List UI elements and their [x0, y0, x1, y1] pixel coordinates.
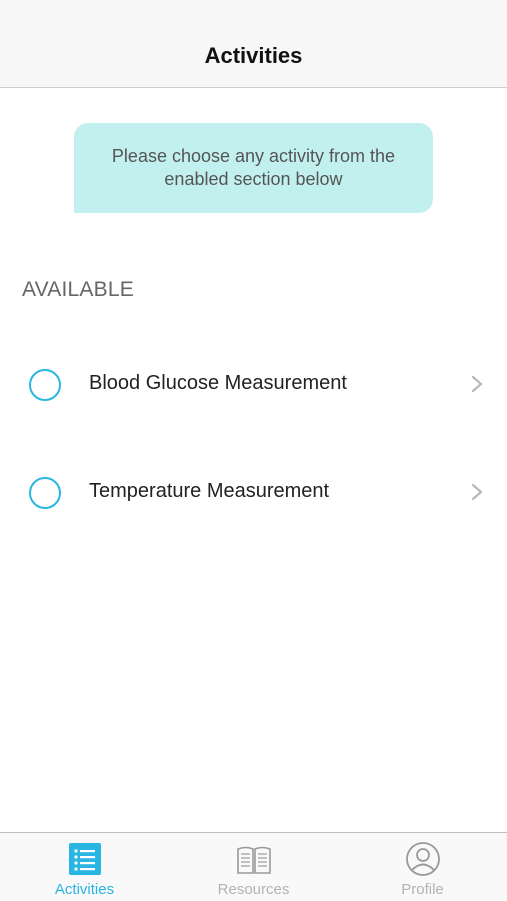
activity-row-blood-glucose[interactable]: Blood Glucose Measurement [0, 344, 507, 424]
tab-resources[interactable]: Resources [169, 833, 338, 901]
tab-bar: Activities Resources Profile [0, 832, 507, 900]
chevron-right-icon [471, 375, 483, 393]
activity-label: Temperature Measurement [89, 480, 330, 502]
info-banner-text: Please choose any activity from the enab… [111, 146, 396, 189]
activity-label: Blood Glucose Measurement [89, 372, 347, 394]
page-title: Activities [204, 43, 303, 68]
tab-profile[interactable]: Profile [338, 833, 507, 901]
navigation-bar: Activities [0, 0, 507, 88]
tab-label: Resources [217, 881, 290, 898]
book-icon [236, 846, 271, 874]
tab-label: Activities [54, 881, 115, 898]
section-header-available: AVAILABLE [22, 278, 134, 301]
info-banner: Please choose any activity from the enab… [74, 123, 433, 213]
user-icon [405, 842, 440, 876]
chevron-right-icon [471, 483, 483, 501]
activity-row-temperature[interactable]: Temperature Measurement [0, 452, 507, 532]
circle-outline-icon [29, 477, 61, 509]
tab-activities[interactable]: Activities [0, 833, 169, 901]
tab-label: Profile [401, 881, 444, 898]
list-icon [68, 843, 101, 875]
circle-outline-icon [29, 369, 61, 401]
